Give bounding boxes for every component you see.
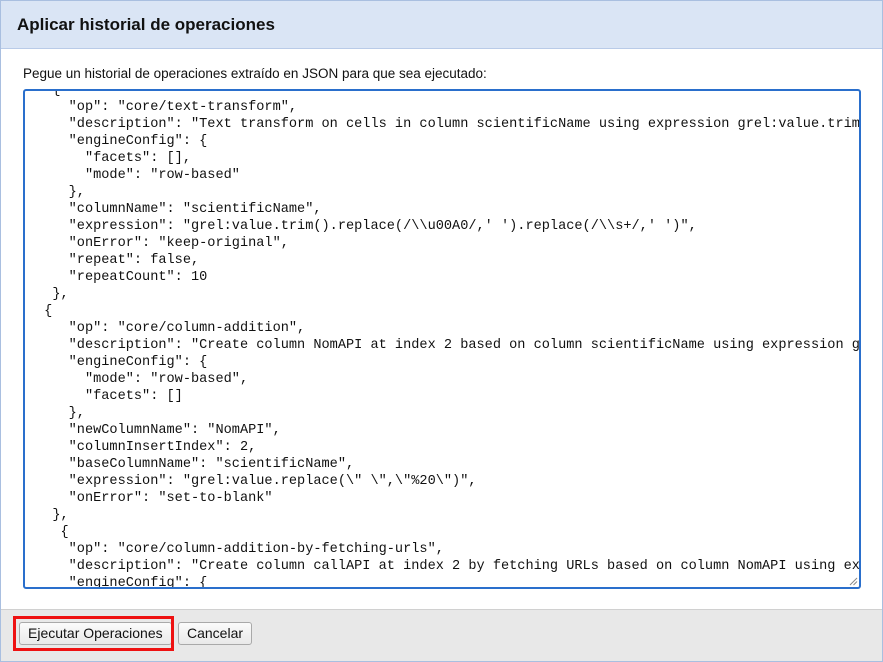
resize-grip-icon[interactable]: [848, 576, 858, 586]
run-operations-button[interactable]: Ejecutar Operaciones: [19, 622, 172, 645]
dialog-header: Aplicar historial de operaciones: [1, 1, 882, 49]
dialog-title: Aplicar historial de operaciones: [17, 15, 275, 34]
operation-history-textarea[interactable]: { "op": "core/text-transform", "descript…: [23, 89, 861, 589]
cancel-button[interactable]: Cancelar: [178, 622, 253, 645]
apply-history-dialog: Aplicar historial de operaciones Pegue u…: [0, 0, 883, 662]
dialog-body: Pegue un historial de operaciones extraí…: [1, 49, 882, 609]
prompt-label: Pegue un historial de operaciones extraí…: [23, 66, 487, 81]
dialog-footer: Ejecutar Operaciones Cancelar: [1, 609, 882, 661]
json-history-text[interactable]: { "op": "core/text-transform", "descript…: [25, 91, 859, 587]
